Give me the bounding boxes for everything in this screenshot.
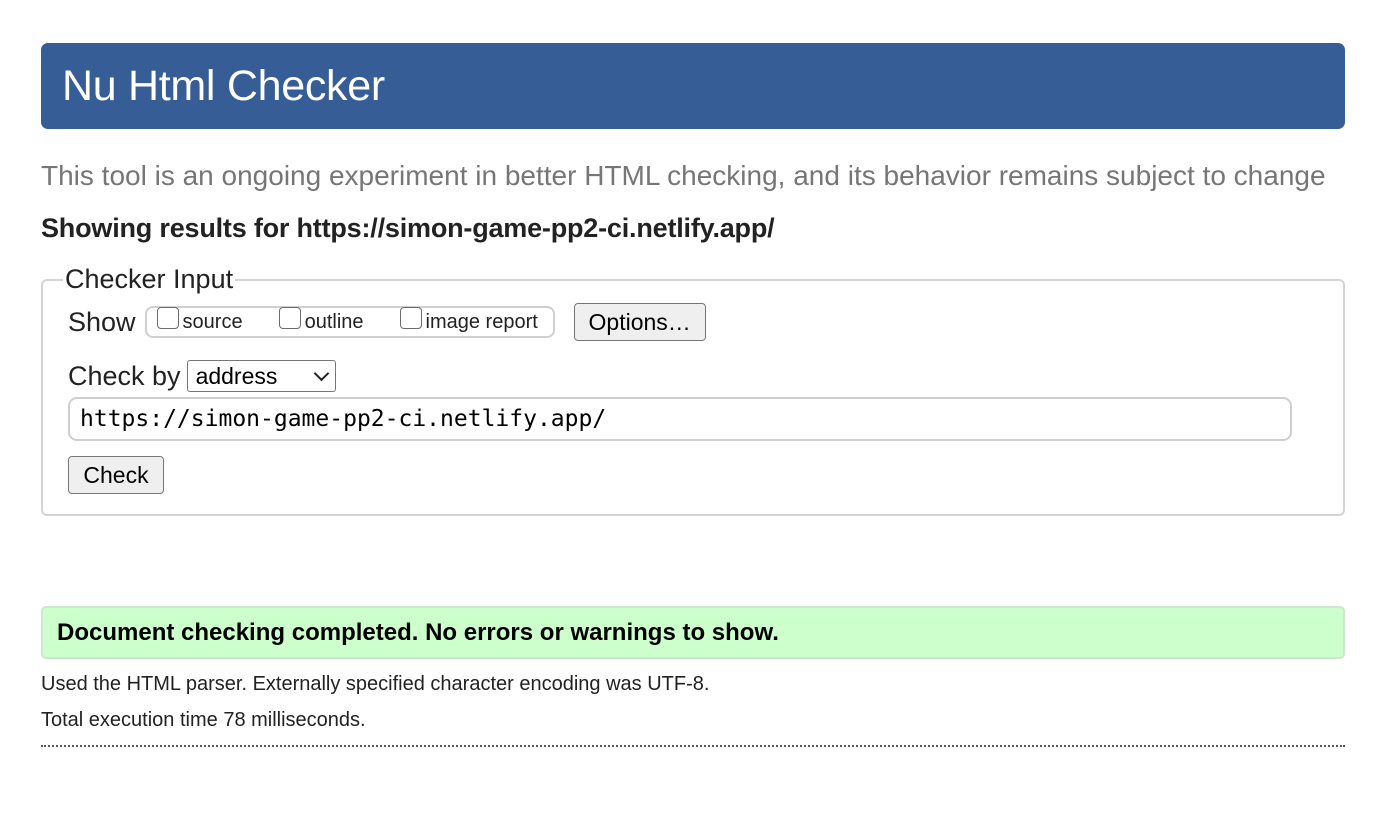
check-by-select[interactable]: address <box>186 360 336 392</box>
url-input-value: https://simon-game-pp2-ci.netlify.app/ <box>80 406 607 432</box>
check-by-label: Check by <box>68 360 181 391</box>
outline-checkbox-label: outline <box>304 310 364 333</box>
check-button[interactable]: Check <box>68 456 164 494</box>
intro-text: This tool is an ongoing experiment in be… <box>41 160 1326 191</box>
options-button[interactable]: Options… <box>573 303 706 341</box>
results-heading: Showing results for https://simon-game-p… <box>41 213 775 243</box>
dotted-divider <box>41 745 1345 747</box>
check-by-selected-value: address <box>195 362 278 389</box>
outline-checkbox[interactable] <box>278 307 301 329</box>
show-label: Show <box>68 306 136 337</box>
checker-input-fieldset: Checker Input Show source outline image … <box>41 264 1345 516</box>
result-details: Used the HTML parser. Externally specifi… <box>41 673 1345 732</box>
header-banner: Nu Html Checker <box>41 43 1345 129</box>
source-checkbox-label: source <box>182 310 243 333</box>
execution-time-text: Total execution time 78 milliseconds. <box>41 709 366 731</box>
show-image-report-option[interactable]: image report <box>399 307 538 334</box>
show-options-group: source outline image report <box>144 306 555 338</box>
checker-input-legend: Checker Input <box>65 264 234 294</box>
page-container: Nu Html Checker This tool is an ongoing … <box>41 43 1345 747</box>
image-report-checkbox[interactable] <box>399 307 422 329</box>
show-outline-option[interactable]: outline <box>278 307 364 334</box>
page-title: Nu Html Checker <box>62 61 385 110</box>
url-input[interactable]: https://simon-game-pp2-ci.netlify.app/ <box>68 397 1292 441</box>
success-message: Document checking completed. No errors o… <box>41 606 1345 659</box>
source-checkbox[interactable] <box>156 307 179 329</box>
show-source-option[interactable]: source <box>156 307 243 334</box>
parser-info-text: Used the HTML parser. Externally specifi… <box>41 673 710 695</box>
check-by-row: Check by address <box>68 360 1323 392</box>
image-report-checkbox-label: image report <box>425 310 538 333</box>
chevron-down-icon <box>313 365 329 382</box>
show-row: Show source outline image report Options… <box>68 303 1323 341</box>
